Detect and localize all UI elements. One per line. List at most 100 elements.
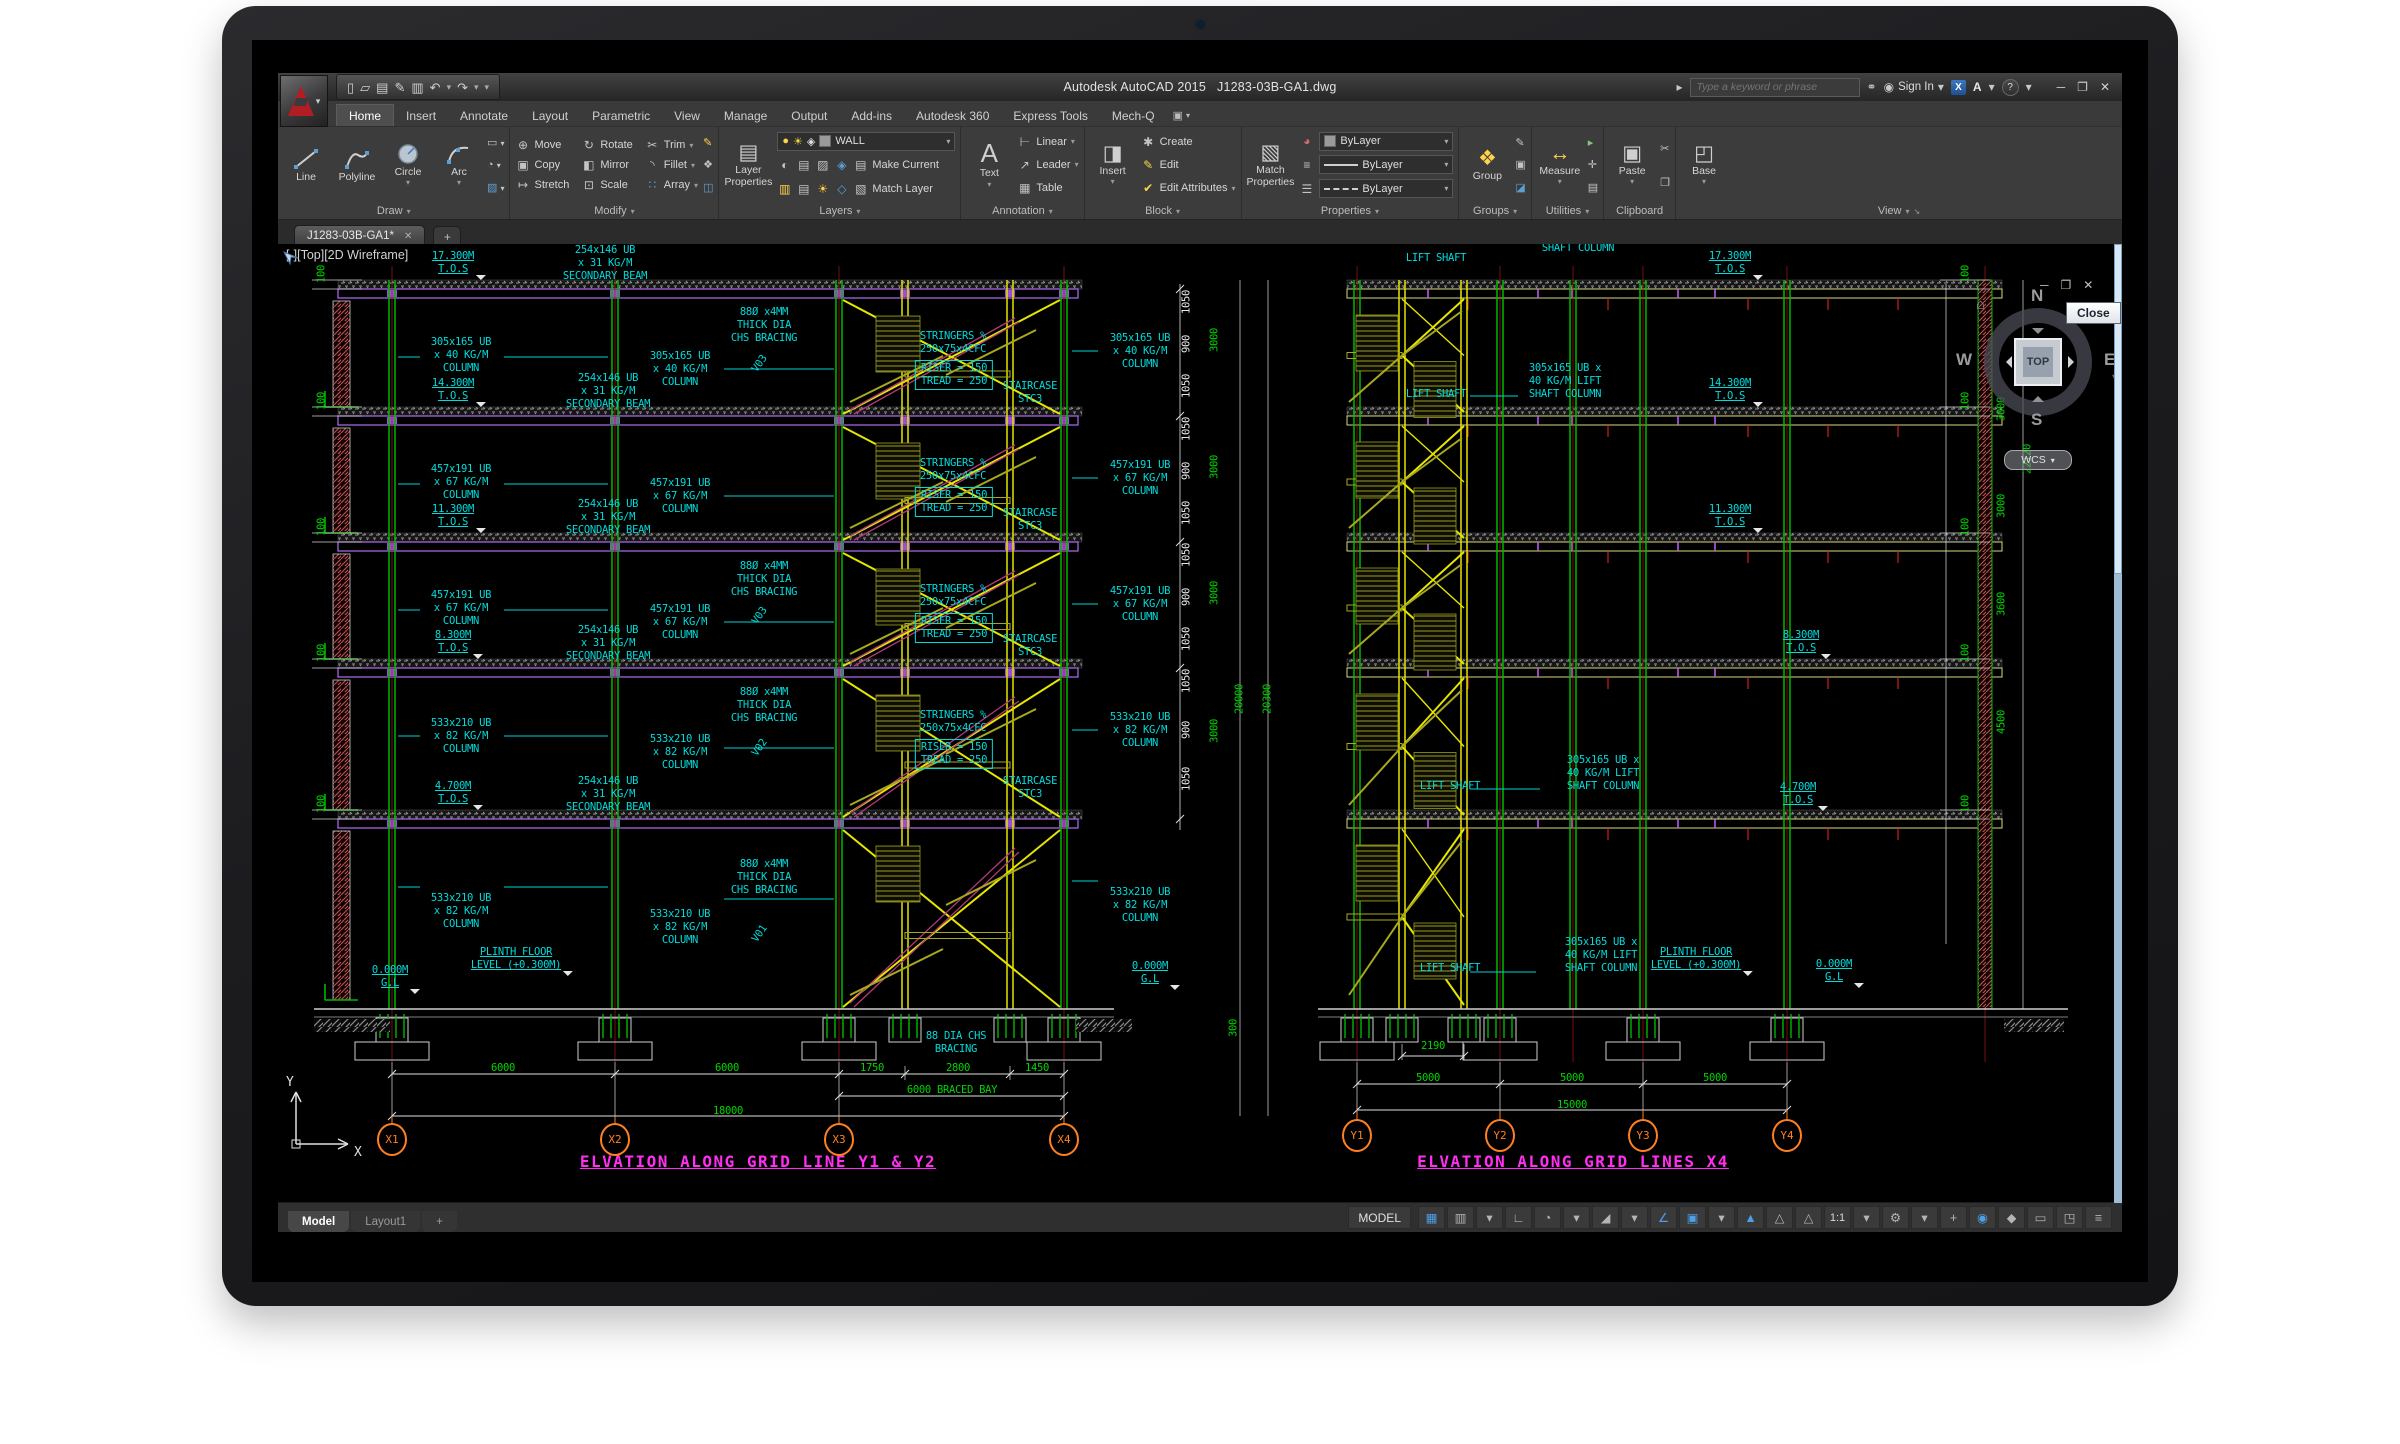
offset-icon[interactable]: ◫	[703, 181, 713, 194]
circle-tool-button[interactable]: Circle▾	[385, 130, 431, 200]
ribbon-tab-parametric[interactable]: Parametric	[580, 105, 662, 126]
save-as-icon[interactable]: ✎	[394, 81, 405, 94]
match-properties-button[interactable]: ▧ Match Properties	[1247, 130, 1295, 200]
stretch-button[interactable]: ↦Stretch	[515, 176, 569, 195]
help-icon[interactable]: ?	[2002, 79, 2019, 96]
hatch-icon[interactable]: ▨ ▾	[487, 181, 504, 194]
polar-dropdown-icon[interactable]: ▾	[1563, 1206, 1590, 1229]
search-expand-icon[interactable]: ▸	[1677, 80, 1683, 94]
exchange-apps-icon[interactable]: X	[1951, 80, 1966, 95]
customization-menu-icon[interactable]: ≡	[2085, 1206, 2112, 1229]
explode-icon[interactable]: ❖	[703, 158, 713, 171]
layer-walk-icon[interactable]: ▥	[777, 182, 792, 196]
object-snap-icon[interactable]: ▣	[1679, 1206, 1706, 1229]
autoscale-icon[interactable]: △	[1766, 1206, 1793, 1229]
panel-label-draw[interactable]: Draw▾	[278, 203, 509, 219]
document-tab[interactable]: J1283-03B-GA1*✕	[294, 225, 425, 246]
fillet-button[interactable]: ◝Fillet ▾	[645, 156, 698, 175]
new-document-tab-button[interactable]: +	[433, 226, 461, 246]
erase-icon[interactable]: ✎	[703, 136, 713, 149]
calculator-icon[interactable]: ▤	[1588, 181, 1598, 194]
panel-label-layers[interactable]: Layers▾	[719, 203, 960, 219]
minimize-button[interactable]: ─	[2057, 80, 2066, 94]
help-caret-icon[interactable]: ▾	[2026, 80, 2032, 94]
restore-button[interactable]: ❐	[2077, 80, 2088, 94]
undo-dropdown-icon[interactable]: ▾	[447, 83, 452, 92]
undo-icon[interactable]: ↶	[430, 81, 441, 94]
new-file-icon[interactable]: ▯	[347, 81, 354, 94]
annotation-scale-icon[interactable]: △	[1795, 1206, 1822, 1229]
panel-label-block[interactable]: Block▾	[1085, 203, 1241, 219]
plot-icon[interactable]: ▥	[411, 81, 423, 94]
layer-prev-icon[interactable]: ☀	[815, 182, 830, 196]
ribbon-tab-home[interactable]: Home	[336, 104, 394, 126]
layer-properties-button[interactable]: ▤ Layer Properties	[724, 130, 772, 200]
group-edit-icon[interactable]: ▣	[1515, 158, 1525, 171]
ribbon-tab-autodesk-360[interactable]: Autodesk 360	[904, 105, 1001, 126]
base-view-button[interactable]: ◰ Base ▾	[1681, 130, 1727, 200]
object-snap-tracking-icon[interactable]: ∠	[1650, 1206, 1677, 1229]
linetype-dropdown[interactable]: ByLayer▾	[1319, 179, 1453, 198]
viewport-minimize-button[interactable]: ─	[2040, 278, 2049, 292]
binoculars-icon[interactable]: ⚭	[1867, 80, 1877, 94]
wcs-dropdown[interactable]: WCS▾	[2004, 450, 2072, 470]
panel-label-groups[interactable]: Groups▾	[1459, 203, 1530, 219]
layer-unlock-icon[interactable]: ◇	[834, 182, 849, 196]
open-file-icon[interactable]: ▱	[360, 81, 370, 94]
a360-caret-icon[interactable]: ▾	[1989, 80, 1995, 94]
viewcube-left-arrow-icon[interactable]	[2000, 356, 2012, 368]
trim-button[interactable]: ✂Trim ▾	[645, 136, 698, 155]
insert-block-button[interactable]: ◨ Insert ▾	[1090, 130, 1136, 200]
scale-button[interactable]: ⊡Scale	[581, 176, 632, 195]
autodesk-monitor-icon[interactable]: ▭	[2027, 1206, 2054, 1229]
close-button[interactable]: ✕	[2100, 80, 2110, 94]
panel-label-view[interactable]: View▾↘	[1676, 203, 2122, 219]
viewport-controls-label[interactable]: [-][Top][2D Wireframe]	[286, 248, 408, 262]
lineweight-dropdown[interactable]: ByLayer▾	[1319, 155, 1453, 174]
osnap-dropdown-icon[interactable]: ▾	[1708, 1206, 1735, 1229]
layer-freeze2-icon[interactable]: ▨	[815, 158, 830, 172]
ungroup-icon[interactable]: ✎	[1515, 136, 1525, 149]
table-button[interactable]: ▦Table	[1017, 179, 1078, 198]
layout1-tab[interactable]: Layout1	[351, 1211, 420, 1232]
annotation-visibility-icon[interactable]: ▲	[1737, 1206, 1764, 1229]
qat-customize-icon[interactable]: ▾	[485, 83, 490, 92]
make-current-button[interactable]: Make Current	[872, 159, 939, 171]
model-space-label[interactable]: MODEL	[1348, 1206, 1411, 1229]
clean-screen-icon[interactable]: ◳	[2056, 1206, 2083, 1229]
save-icon[interactable]: ▤	[376, 81, 388, 94]
edit-block-button[interactable]: ✎Edit	[1141, 155, 1236, 174]
autodesk360-icon[interactable]: A	[1973, 80, 1982, 94]
graphics-performance-icon[interactable]: ◆	[1998, 1206, 2025, 1229]
viewcube-south-label[interactable]: S	[2031, 410, 2042, 430]
model-tab[interactable]: Model	[288, 1211, 349, 1232]
ribbon-tab-layout[interactable]: Layout	[520, 105, 580, 126]
layer-lock2-icon[interactable]: ◈	[834, 158, 849, 172]
scrollbar-thumb[interactable]	[2114, 244, 2122, 574]
rectangle-icon[interactable]: ▭ ▾	[487, 136, 504, 149]
document-tab-close-icon[interactable]: ✕	[404, 231, 412, 242]
tab-overflow-icon[interactable]: ▣	[1173, 109, 1183, 122]
polyline-tool-button[interactable]: Polyline	[334, 130, 380, 200]
ribbon-tab-add-ins[interactable]: Add-ins	[839, 105, 904, 126]
leader-button[interactable]: ↗Leader ▾	[1017, 155, 1078, 174]
group-button[interactable]: ❖ Group	[1464, 130, 1510, 200]
crosshair-icon[interactable]: +	[1940, 1206, 1967, 1229]
scale-dropdown-icon[interactable]: ▾	[1853, 1206, 1880, 1229]
redo-dropdown-icon[interactable]: ▾	[474, 83, 479, 92]
ribbon-tab-mech-q[interactable]: Mech-Q	[1100, 105, 1167, 126]
line-tool-button[interactable]: Line	[283, 130, 329, 200]
app-menu-button[interactable]: ▾	[280, 75, 328, 127]
object-color-dropdown[interactable]: ByLayer▾	[1319, 132, 1453, 151]
rotate-button[interactable]: ↻Rotate	[581, 136, 632, 155]
isodraft-dropdown-icon[interactable]: ▾	[1621, 1206, 1648, 1229]
ribbon-tab-insert[interactable]: Insert	[394, 105, 448, 126]
redo-icon[interactable]: ↷	[457, 81, 468, 94]
workspace-switching-icon[interactable]: ⚙	[1882, 1206, 1909, 1229]
viewport-close-button[interactable]: ✕	[2083, 278, 2093, 292]
ellipse-icon[interactable]: ◔ ▾	[487, 159, 504, 171]
copy-button[interactable]: ▣Copy	[515, 156, 569, 175]
workspace-dropdown-icon[interactable]: ▾	[1911, 1206, 1938, 1229]
match-layer-button[interactable]: Match Layer	[872, 183, 933, 195]
viewcube-west-label[interactable]: W	[1956, 350, 1972, 370]
